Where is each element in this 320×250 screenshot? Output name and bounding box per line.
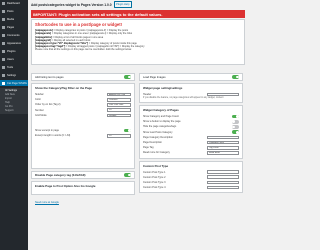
google-link[interactable]: Need more at Google	[35, 201, 59, 204]
widget-page-title: Widget page setting/settings	[143, 86, 183, 90]
filter-settings-title: Show the Category/Tag Filter on the Page	[35, 86, 92, 90]
settings-input[interactable]: Read more	[207, 151, 239, 155]
custom-post-box: Custom Post Type Custom Post Type 1 Custo…	[139, 161, 243, 193]
custom-post-title: Custom Post Type	[143, 164, 169, 168]
widget-page-note: If you disable the feature, no page cate…	[143, 97, 224, 100]
settings-field: Read more for Category Read more	[143, 150, 239, 155]
settings-input[interactable]	[207, 185, 239, 190]
setting-toggle[interactable]	[232, 119, 239, 124]
page-images-toggle[interactable]	[232, 75, 239, 79]
media-icon	[2, 17, 5, 21]
setting-toggle[interactable]	[232, 114, 239, 119]
setting-toggle[interactable]	[232, 130, 239, 134]
sidebar-item-appearance[interactable]: Appearance	[0, 40, 28, 46]
filter-settings-box: Show the Category/Tag Filter on the Page…	[31, 83, 135, 169]
shortcodes-box: Shortcodes to use in a post/page or widg…	[31, 19, 245, 65]
shortcodes-title: Shortcodes to use in a post/page or widg…	[35, 22, 123, 27]
pin-icon	[2, 9, 5, 13]
settings-input[interactable]: Last Post Date	[107, 103, 131, 107]
submenu-item[interactable]: Support	[5, 109, 28, 113]
settings-input[interactable]: Tag Posts	[207, 145, 239, 150]
dashboard-icon	[2, 1, 5, 5]
page-header: Add posts/categories widget to Pages Ver…	[29, 0, 247, 9]
sidebar-submenu: All Settings Add New Import Help Go Pro Suppo…	[0, 88, 28, 114]
page-images-row: Load Page Images	[139, 73, 243, 81]
excerpt-length-input[interactable]: 20	[107, 133, 131, 138]
sidebar-item-cat-page[interactable]: Cat Page WSMG	[0, 80, 28, 86]
settings-input[interactable]: Category Posts	[207, 140, 239, 145]
sidebar-item-tools[interactable]: Tools	[0, 64, 28, 70]
settings-icon	[2, 73, 5, 77]
display-tag-toggle[interactable]	[124, 173, 131, 177]
settings-input[interactable]	[207, 180, 239, 185]
settings-input[interactable]: #e5e5e5	[107, 97, 131, 102]
main-content: Add posts/categories widget to Pages Ver…	[29, 0, 247, 250]
comment-icon	[2, 33, 5, 37]
admin-sidebar: Dashboard Posts Media Pages Comments Appearan…	[0, 0, 28, 250]
settings-input[interactable]: Always Use Title	[107, 92, 131, 97]
settings-field: Grid Mode Disable	[35, 113, 131, 118]
sidebar-item-dashboard[interactable]: Dashboard	[0, 0, 28, 6]
sidebar-item-users[interactable]: Users	[0, 56, 28, 62]
sidebar-item-pages[interactable]: Pages	[0, 24, 28, 30]
listing-text-row: Add listing text to pages	[31, 73, 135, 81]
widget-category-title: Widget Category of Pages	[143, 108, 179, 112]
setting-toggle[interactable]	[232, 125, 239, 129]
google-option-box: Enable Page to Post Option Also Go Googl…	[31, 181, 135, 204]
display-tag-box: Disable Page category tag (0-Def/All)	[31, 171, 135, 179]
listing-text-toggle[interactable]	[124, 75, 131, 79]
plugin-help-button[interactable]: Plugin Help	[113, 1, 132, 8]
widget-category-box: Widget Category of Pages Show Category a…	[139, 105, 243, 159]
right-column: Load Page Images Widget page setting/set…	[139, 73, 243, 193]
grid-icon	[2, 81, 5, 85]
left-column: Add listing text to pages Show the Categ…	[31, 73, 135, 204]
sidebar-item-plugins[interactable]: Plugins	[0, 48, 28, 54]
wrench-icon	[2, 65, 5, 69]
settings-input[interactable]	[207, 170, 239, 174]
sidebar-item-media[interactable]: Media	[0, 16, 28, 22]
setting-toggle[interactable]	[124, 128, 131, 133]
settings-input[interactable]: Disable	[107, 113, 131, 118]
widget-page-box: Widget page setting/settings Header If y…	[139, 83, 243, 103]
sidebar-item-posts[interactable]: Posts	[0, 8, 28, 14]
google-option-title: Enable Page to Post Option Also Go Googl…	[35, 184, 96, 188]
plugin-icon	[2, 49, 5, 53]
toggle-field: Excerpt length in words (0 = All) 20	[35, 133, 131, 138]
settings-input[interactable]: 10	[107, 108, 131, 112]
sidebar-item-comments[interactable]: Comments	[0, 32, 28, 38]
brush-icon	[2, 41, 5, 45]
sidebar-item-settings[interactable]: Settings	[0, 72, 28, 78]
shortcode-line: Please note that all the settings on thi…	[35, 48, 132, 52]
settings-input[interactable]	[207, 135, 239, 140]
users-icon	[2, 57, 5, 61]
settings-field: Custom Post Type 4	[143, 185, 239, 190]
page-icon	[2, 25, 5, 29]
header-input[interactable]	[207, 92, 239, 97]
important-notice: IMPORTANT: Plugin activation sets all se…	[31, 10, 245, 18]
settings-input[interactable]	[207, 175, 239, 180]
page-title: Add posts/categories widget to Pages Ver…	[31, 2, 112, 7]
